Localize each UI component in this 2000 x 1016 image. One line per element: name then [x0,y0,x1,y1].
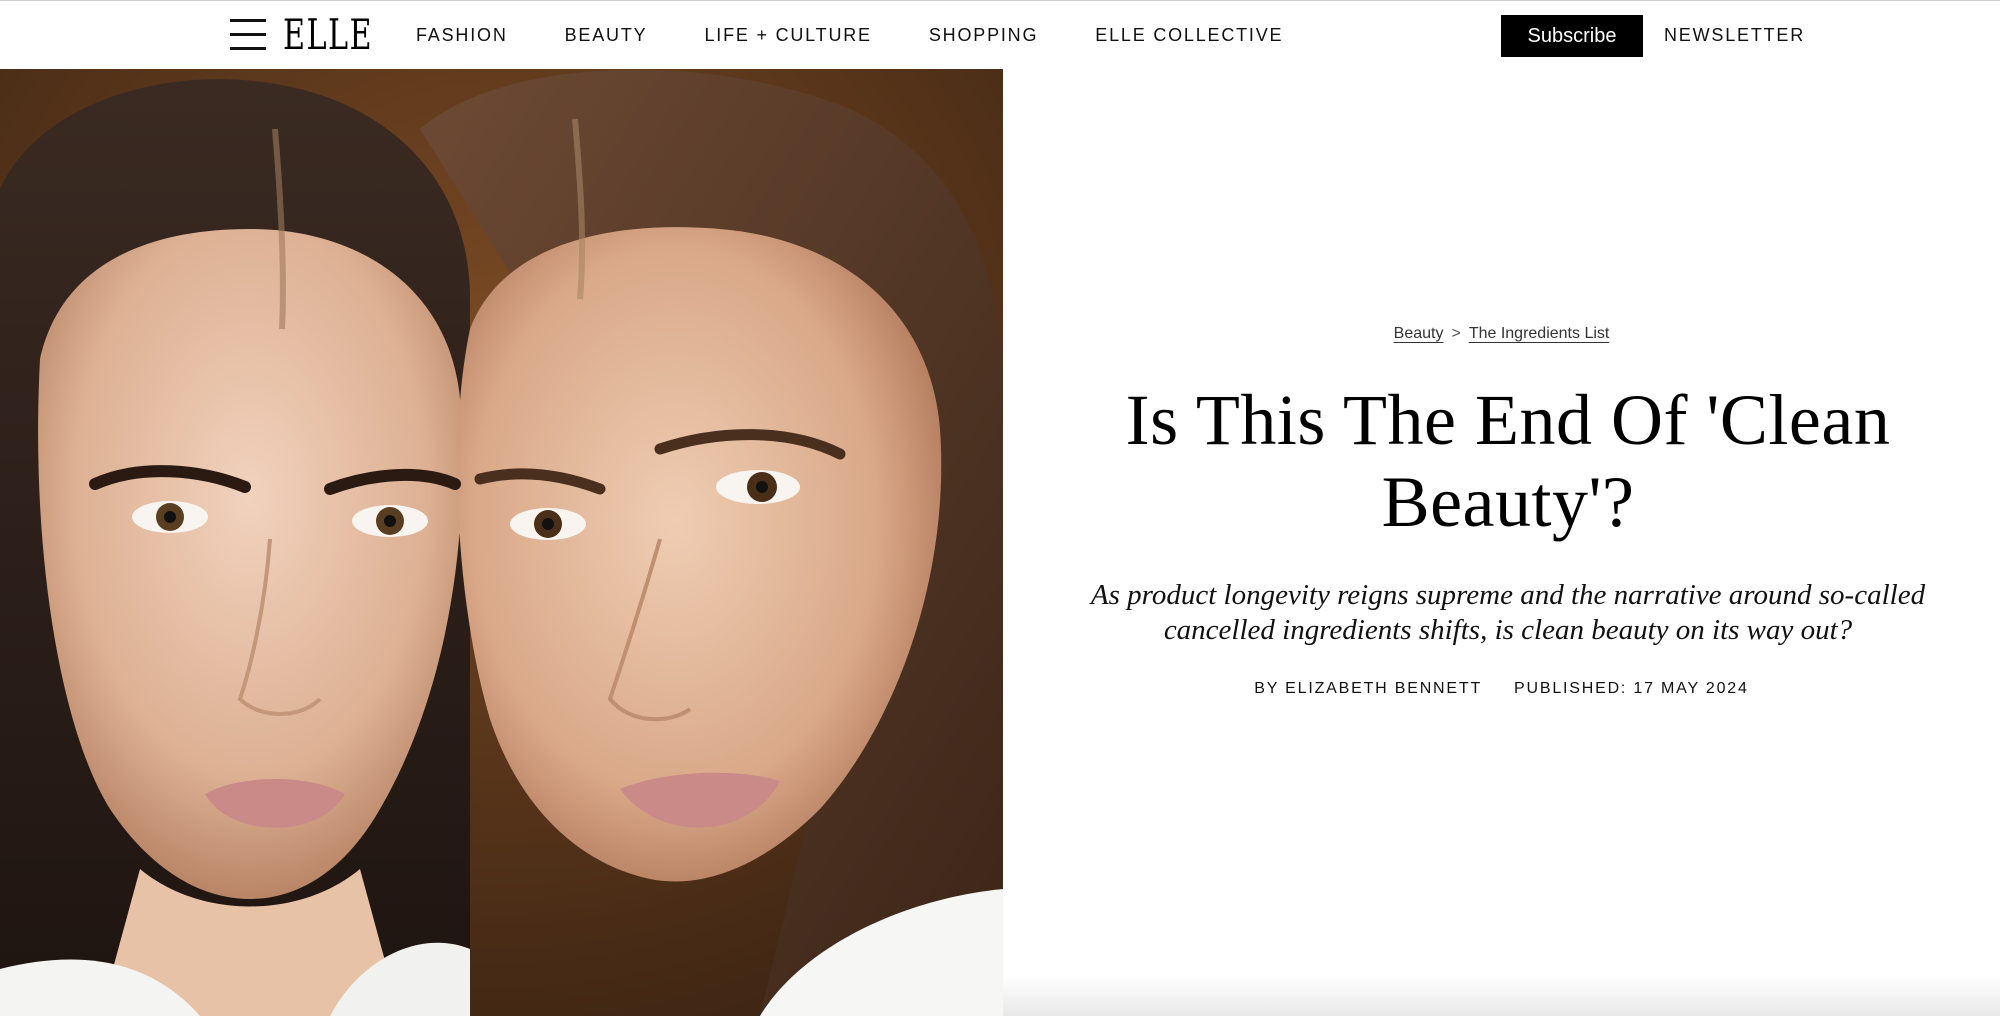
article-meta: BY ELIZABETH BENNETT PUBLISHED: 17 MAY 20… [1003,680,2000,698]
breadcrumb-separator: > [1451,325,1461,342]
nav-item-life-culture[interactable]: LIFE + CULTURE [704,25,871,46]
breadcrumb-ingredients-list[interactable]: The Ingredients List [1469,325,1610,342]
author-byline[interactable]: BY ELIZABETH BENNETT [1254,680,1482,697]
article-header: Beauty > The Ingredients List Is This The … [1003,69,2000,1016]
hero-image [0,69,1003,1016]
published-date: PUBLISHED: 17 MAY 2024 [1514,680,1749,697]
breadcrumb: Beauty > The Ingredients List [1003,325,2000,343]
nav-item-shopping[interactable]: SHOPPING [929,25,1038,46]
article-dek: As product longevity reigns supreme and … [1090,579,1926,646]
subscribe-button[interactable]: Subscribe [1501,15,1643,57]
nav-item-elle-collective[interactable]: ELLE COLLECTIVE [1095,25,1283,46]
hamburger-menu-icon[interactable] [230,19,266,51]
elle-logo[interactable]: ELLE [283,12,373,58]
site-header: ELLE FASHION BEAUTY LIFE + CULTURE SHOPP… [0,0,2000,69]
main-nav: FASHION BEAUTY LIFE + CULTURE SHOPPING E… [416,1,1340,70]
nav-item-fashion[interactable]: FASHION [416,25,508,46]
article-title: Is This The End Of 'Clean Beauty'? [1125,380,1891,542]
breadcrumb-beauty[interactable]: Beauty [1394,325,1444,342]
nav-item-beauty[interactable]: BEAUTY [565,25,648,46]
newsletter-link[interactable]: NEWSLETTER [1664,25,1805,46]
bottom-fade [1003,976,2000,1016]
